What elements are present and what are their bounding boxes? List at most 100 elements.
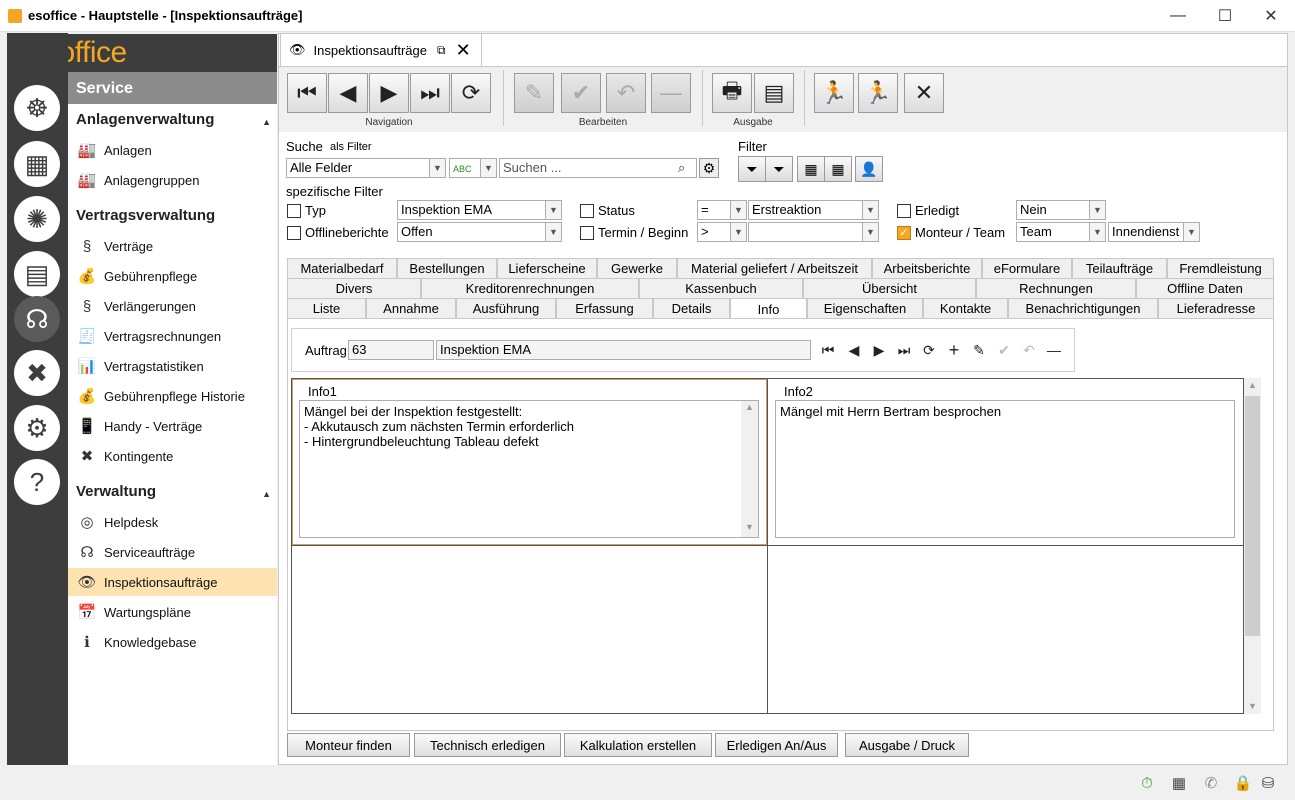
scroll-up-icon[interactable]: ▲: [745, 402, 754, 412]
kalkulation-erstellen-button[interactable]: Kalkulation erstellen: [564, 733, 712, 757]
tab-info[interactable]: Info: [730, 298, 807, 319]
cash-icon[interactable]: ▤: [14, 251, 60, 297]
filter-funnel-check-icon[interactable]: ⏷: [765, 156, 793, 182]
settings-module-icon[interactable]: ⚙: [14, 405, 60, 451]
close-tab-icon[interactable]: ✕: [456, 40, 471, 61]
section-verwaltung[interactable]: Verwaltung: [76, 483, 156, 500]
search-mode-select[interactable]: ABC ▼: [449, 158, 497, 178]
scroll-down-icon[interactable]: ▼: [1248, 701, 1257, 711]
runner-button[interactable]: 🏃: [814, 73, 854, 113]
auftrag-number-field[interactable]: 63: [348, 340, 434, 360]
sidebar-item-knowledgebase[interactable]: ℹ Knowledgebase: [68, 628, 277, 656]
tools-module-icon[interactable]: ✖: [14, 350, 60, 396]
tab-material-geliefert[interactable]: Material geliefert / Arbeitszeit: [677, 258, 872, 278]
tab-annahme[interactable]: Annahme: [366, 298, 456, 318]
tab-eigenschaften[interactable]: Eigenschaften: [807, 298, 923, 318]
delete-button[interactable]: —: [651, 73, 691, 113]
filter-funnel-icon[interactable]: ⏷: [738, 156, 766, 182]
helm-icon[interactable]: ☸: [14, 85, 60, 131]
save-button[interactable]: ✔: [561, 73, 601, 113]
refresh-icon[interactable]: ⟳: [917, 340, 941, 360]
tab-kassenbuch[interactable]: Kassenbuch: [639, 278, 803, 298]
previous-record-button[interactable]: ◀: [328, 73, 368, 113]
database-icon[interactable]: ⛁: [1258, 773, 1278, 793]
undo-icon[interactable]: ↶: [1017, 340, 1041, 360]
edit-button[interactable]: ✎: [514, 73, 554, 113]
sidebar-item-vertragsrechnungen[interactable]: 🧾 Vertragsrechnungen: [68, 322, 277, 350]
next-icon[interactable]: ▶: [867, 340, 891, 360]
maximize-button[interactable]: ☐: [1202, 0, 1248, 32]
monteur-team-select[interactable]: Team ▼: [1016, 222, 1106, 242]
sidebar-item-kontingente[interactable]: ✖ Kontingente: [68, 442, 277, 470]
monteur-finden-button[interactable]: Monteur finden: [287, 733, 410, 757]
tab-divers[interactable]: Divers: [287, 278, 421, 298]
scrollbar-thumb[interactable]: [1245, 396, 1260, 636]
last-record-button[interactable]: ⏭: [410, 73, 450, 113]
offlineberichte-select[interactable]: Offen ▼: [397, 222, 562, 242]
erledigen-an-aus-button[interactable]: Erledigen An/Aus: [715, 733, 838, 757]
collapse-arrow-icon[interactable]: ▲: [262, 489, 271, 499]
filter-building-alt-icon[interactable]: ▦: [824, 156, 852, 182]
erledigt-select[interactable]: Nein ▼: [1016, 200, 1106, 220]
sidebar-item-handy-vertraege[interactable]: 📱 Handy - Verträge: [68, 412, 277, 440]
popout-icon[interactable]: ⧉: [437, 43, 446, 58]
tab-lieferscheine[interactable]: Lieferscheine: [497, 258, 597, 278]
alarm-light-icon[interactable]: ✺: [14, 196, 60, 242]
team-member-select[interactable]: Innendienst ▼: [1108, 222, 1200, 242]
tab-ausfuehrung[interactable]: Ausführung: [456, 298, 556, 318]
export-list-button[interactable]: ▤: [754, 73, 794, 113]
document-tab[interactable]: 👁 Inspektionsaufträge ⧉ ✕: [280, 33, 482, 66]
sidebar-item-anlagengruppen[interactable]: 🏭 Anlagengruppen: [68, 166, 277, 194]
tab-offline-daten[interactable]: Offline Daten: [1136, 278, 1274, 298]
phone-status-icon[interactable]: ✆: [1201, 773, 1221, 793]
tab-details[interactable]: Details: [653, 298, 730, 318]
status-checkbox[interactable]: [580, 204, 594, 218]
search-field-select[interactable]: Alle Felder ▼: [286, 158, 446, 178]
last-icon[interactable]: ⏭: [892, 340, 916, 360]
prev-icon[interactable]: ◀: [842, 340, 866, 360]
info1-scrollbar[interactable]: [741, 401, 758, 537]
close-record-button[interactable]: ✕: [904, 73, 944, 113]
search-input[interactable]: Suchen ...: [499, 158, 697, 178]
tab-liste[interactable]: Liste: [287, 298, 366, 318]
typ-checkbox[interactable]: [287, 204, 301, 218]
status-operator-select[interactable]: = ▼: [697, 200, 747, 220]
search-settings-icon[interactable]: ⚙: [699, 158, 719, 178]
sidebar-item-serviceauftraege[interactable]: ☊ Serviceaufträge: [68, 538, 277, 566]
tab-bestellungen[interactable]: Bestellungen: [397, 258, 497, 278]
sidebar-item-vertraege[interactable]: § Verträge: [68, 232, 277, 260]
tab-rechnungen[interactable]: Rechnungen: [976, 278, 1136, 298]
stopwatch-icon[interactable]: ⏱: [1137, 773, 1157, 793]
sidebar-item-verlaengerungen[interactable]: § Verlängerungen: [68, 292, 277, 320]
headset-module-icon[interactable]: ☊: [14, 296, 60, 342]
tab-kreditorenrechnungen[interactable]: Kreditorenrechnungen: [421, 278, 639, 298]
check-icon[interactable]: ✔: [992, 340, 1016, 360]
sidebar-item-gebuehrenpflege-historie[interactable]: 💰 Gebührenpflege Historie: [68, 382, 277, 410]
termin-date-select[interactable]: ▼: [748, 222, 879, 242]
info1-textarea[interactable]: Mängel bei der Inspektion festgestellt: …: [299, 400, 759, 538]
tab-benachrichtigungen[interactable]: Benachrichtigungen: [1008, 298, 1158, 318]
filter-user-icon[interactable]: 👤: [855, 156, 883, 182]
runner-alt-button[interactable]: 🏃: [858, 73, 898, 113]
minimize-button[interactable]: —: [1155, 0, 1201, 32]
info2-textarea[interactable]: Mängel mit Herrn Bertram besprochen: [775, 400, 1235, 538]
undo-button[interactable]: ↶: [606, 73, 646, 113]
search-icon[interactable]: ⌕: [678, 160, 685, 176]
print-button[interactable]: 🖶: [712, 73, 752, 113]
tab-lieferadresse[interactable]: Lieferadresse: [1158, 298, 1274, 318]
sidebar-item-gebuehrenpflege[interactable]: 💰 Gebührenpflege: [68, 262, 277, 290]
tab-uebersicht[interactable]: Übersicht: [803, 278, 976, 298]
collapse-arrow-icon[interactable]: ▲: [262, 117, 271, 127]
help-module-icon[interactable]: ?: [14, 459, 60, 505]
ausgabe-druck-button[interactable]: Ausgabe / Druck: [845, 733, 969, 757]
pencil-icon[interactable]: ✎: [967, 340, 991, 360]
first-icon[interactable]: ⏮: [816, 340, 840, 360]
scroll-down-icon[interactable]: ▼: [745, 522, 754, 532]
tab-erfassung[interactable]: Erfassung: [556, 298, 653, 318]
sidebar-item-inspektionsauftraege[interactable]: 👁 Inspektionsaufträge: [68, 568, 277, 596]
first-record-button[interactable]: ⏮: [287, 73, 327, 113]
typ-select[interactable]: Inspektion EMA ▼: [397, 200, 562, 220]
section-anlagenverwaltung[interactable]: Anlagenverwaltung: [76, 111, 214, 128]
add-icon[interactable]: +: [942, 340, 966, 360]
tab-teilauftraege[interactable]: Teilaufträge: [1072, 258, 1167, 278]
